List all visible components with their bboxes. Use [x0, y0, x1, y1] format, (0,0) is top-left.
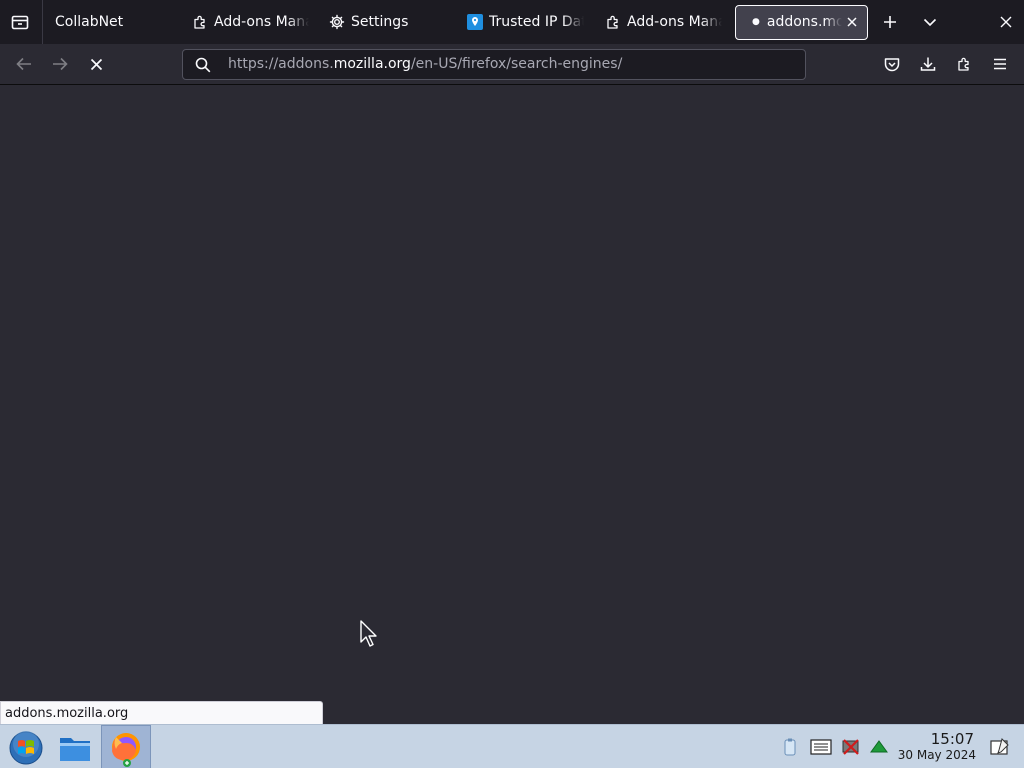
close-tab-button[interactable] — [843, 13, 861, 31]
download-icon — [920, 57, 936, 71]
clock-date[interactable]: 30 May 2024 — [880, 748, 976, 762]
firefox-icon — [112, 733, 140, 767]
downloads-button[interactable] — [916, 52, 940, 76]
tab-loading-icon: ● — [752, 17, 760, 27]
clock-time[interactable]: 15:07 — [900, 730, 974, 748]
url-text[interactable]: https://addons.mozilla.org/en-US/firefox… — [228, 50, 622, 79]
forward-button[interactable] — [48, 52, 72, 76]
tab-group-label[interactable]: CollabNet — [55, 0, 123, 44]
windows-logo-icon — [9, 731, 43, 765]
url-bar[interactable]: https://addons.mozilla.org/en-US/firefox… — [182, 49, 806, 80]
navigation-toolbar: https://addons.mozilla.org/en-US/firefox… — [0, 44, 1024, 85]
chevron-down-icon — [923, 18, 937, 27]
tab-label: Settings — [351, 14, 409, 30]
arrow-right-icon — [53, 57, 68, 71]
search-icon — [195, 57, 211, 73]
tab-label: Add-ons Manager — [214, 14, 309, 30]
url-path: /en-US/firefox/search-engines/ — [410, 56, 623, 72]
close-icon — [847, 17, 857, 27]
tab-addons-manager-2[interactable]: Add-ons Manager — [605, 0, 725, 44]
tab-label: Add-ons Manager — [627, 14, 722, 30]
tab-label: Trusted IP Database — [489, 14, 584, 30]
pocket-button[interactable] — [880, 52, 904, 76]
notes-icon — [990, 738, 1009, 755]
close-icon — [1000, 16, 1012, 28]
start-button[interactable] — [8, 730, 44, 766]
tab-strip-divider — [42, 0, 43, 44]
show-desktop-button[interactable] — [989, 737, 1011, 757]
mouse-cursor-icon — [360, 620, 378, 648]
firefox-view-icon — [11, 15, 29, 30]
tab-addons-manager-1[interactable]: Add-ons Manager — [192, 0, 312, 44]
close-window-button[interactable] — [994, 10, 1018, 34]
active-tab-content: ● addons.mozilla.org — [752, 0, 842, 44]
keyboard-tray-icon[interactable] — [810, 737, 832, 757]
stop-icon — [90, 58, 102, 70]
list-all-tabs-button[interactable] — [918, 10, 942, 34]
stop-loading-button[interactable] — [84, 52, 108, 76]
firefox-taskbar-button[interactable] — [101, 725, 151, 768]
back-button[interactable] — [12, 52, 36, 76]
status-panel: addons.mozilla.org — [0, 701, 323, 724]
plus-icon — [884, 16, 896, 28]
firefox-view-button[interactable] — [8, 11, 32, 33]
pocket-icon — [884, 57, 900, 71]
tab-trusted-ip-database[interactable]: Trusted IP Database — [467, 0, 587, 44]
url-domain: mozilla.org — [333, 56, 411, 72]
tab-strip: CollabNet Add-ons Manager Settings Trust… — [0, 0, 1024, 44]
arrow-left-icon — [16, 57, 31, 71]
app-menu-button[interactable] — [988, 52, 1012, 76]
network-disconnected-tray-icon[interactable] — [840, 737, 860, 757]
clipboard-tray-icon[interactable] — [780, 737, 800, 757]
puzzle-icon — [194, 15, 205, 29]
gear-icon — [329, 14, 345, 30]
extensions-button[interactable] — [952, 52, 976, 76]
location-pin-icon — [467, 14, 483, 30]
puzzle-icon — [607, 15, 618, 29]
page-content — [0, 85, 1024, 724]
tab-settings[interactable]: Settings — [329, 0, 449, 44]
tab-label: addons.mozilla.org — [766, 14, 842, 30]
puzzle-icon — [958, 57, 969, 71]
taskbar: 15:07 30 May 2024 — [0, 724, 1024, 768]
new-tab-button[interactable] — [878, 10, 902, 34]
file-manager-taskbar-button[interactable] — [56, 730, 94, 766]
tab-group-label-text: CollabNet — [55, 14, 124, 30]
hamburger-menu-icon — [994, 58, 1006, 70]
url-prefix: https://addons. — [228, 56, 334, 72]
folder-icon — [60, 738, 90, 761]
